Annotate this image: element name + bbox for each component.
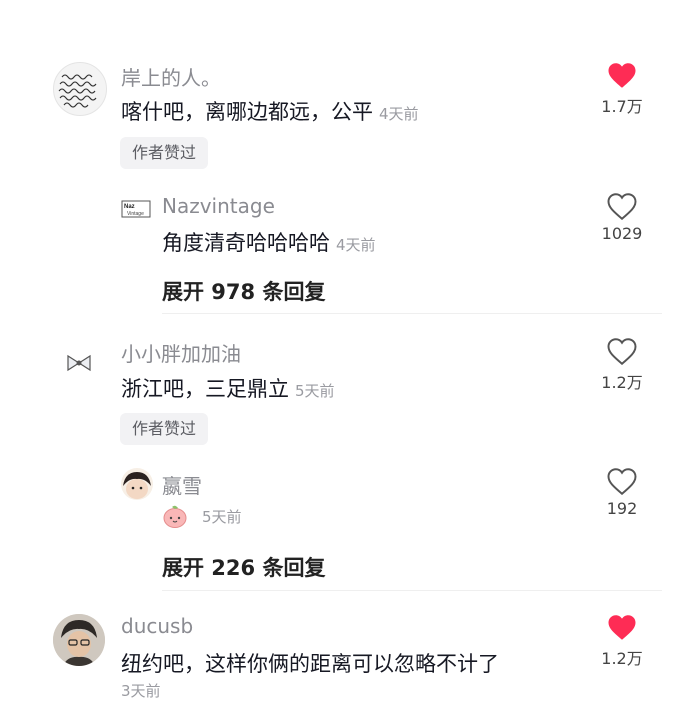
reply-text: 5天前 <box>162 503 242 529</box>
like-button[interactable]: 1.2万 <box>592 338 652 393</box>
comment-body: 纽约吧，这样你俩的距离可以忽略不计了 <box>121 652 499 676</box>
handwriting-avatar <box>58 74 97 108</box>
comment-text: 纽约吧，这样你俩的距离可以忽略不计了 <box>121 648 499 678</box>
reply-avatar[interactable] <box>121 468 153 500</box>
heart-outline-icon <box>607 468 637 495</box>
heart-filled-icon <box>608 615 636 640</box>
comment-body: 喀什吧，离哪边都远，公平 <box>121 100 373 124</box>
reply-like-button[interactable]: 192 <box>592 468 652 518</box>
like-button[interactable]: 1.2万 <box>592 614 652 669</box>
comment-time: 5天前 <box>295 382 335 400</box>
svg-text:Vintage: Vintage <box>127 211 144 217</box>
reply-time: 5天前 <box>202 508 242 526</box>
like-count: 1.7万 <box>601 97 643 116</box>
user-avatar[interactable] <box>53 614 105 666</box>
username[interactable]: 岸上的人。 <box>121 62 221 91</box>
username[interactable]: 小小胖加加油 <box>121 338 241 367</box>
comment-body: 浙江吧，三足鼎立 <box>121 377 289 401</box>
person-avatar <box>53 614 105 666</box>
heart-outline-icon <box>607 338 637 365</box>
user-avatar[interactable] <box>53 62 107 116</box>
bow-avatar <box>67 354 91 372</box>
reply-time: 4天前 <box>336 236 376 254</box>
like-button[interactable]: 1.7万 <box>592 62 652 117</box>
divider <box>162 590 662 591</box>
expand-replies-button[interactable]: 展开 978 条回复 <box>162 276 325 306</box>
username[interactable]: ducusb <box>121 614 193 638</box>
comment-time: 3天前 <box>121 682 161 700</box>
reply-like-count: 192 <box>606 499 638 518</box>
user-avatar[interactable] <box>53 337 105 389</box>
expand-replies-button[interactable]: 展开 226 条回复 <box>162 552 325 582</box>
comment-time: 4天前 <box>379 105 419 123</box>
like-count: 1.2万 <box>601 373 643 392</box>
peach-emoji-icon <box>163 505 187 528</box>
reply-like-button[interactable]: 1029 <box>592 193 652 243</box>
svg-text:Naz: Naz <box>124 204 135 210</box>
reply-like-count: 1029 <box>601 224 643 243</box>
reply-avatar[interactable]: Naz Vintage <box>121 196 153 224</box>
naz-vintage-logo: Naz Vintage <box>121 200 151 218</box>
like-count: 1.2万 <box>601 649 643 668</box>
child-avatar <box>123 472 151 499</box>
author-liked-badge: 作者赞过 <box>120 137 209 169</box>
reply-text: 角度清奇哈哈哈哈 4天前 <box>162 227 376 257</box>
reply-username[interactable]: Nazvintage <box>162 194 275 218</box>
divider <box>162 313 662 314</box>
comment-text: 喀什吧，离哪边都远，公平 4天前 <box>121 96 419 126</box>
heart-outline-icon <box>607 193 637 220</box>
reply-body: 角度清奇哈哈哈哈 <box>162 231 330 255</box>
author-liked-badge: 作者赞过 <box>120 413 209 445</box>
comment-text: 浙江吧，三足鼎立 5天前 <box>121 373 335 403</box>
heart-filled-icon <box>608 63 636 88</box>
reply-username[interactable]: 嬴雪 <box>162 470 202 499</box>
